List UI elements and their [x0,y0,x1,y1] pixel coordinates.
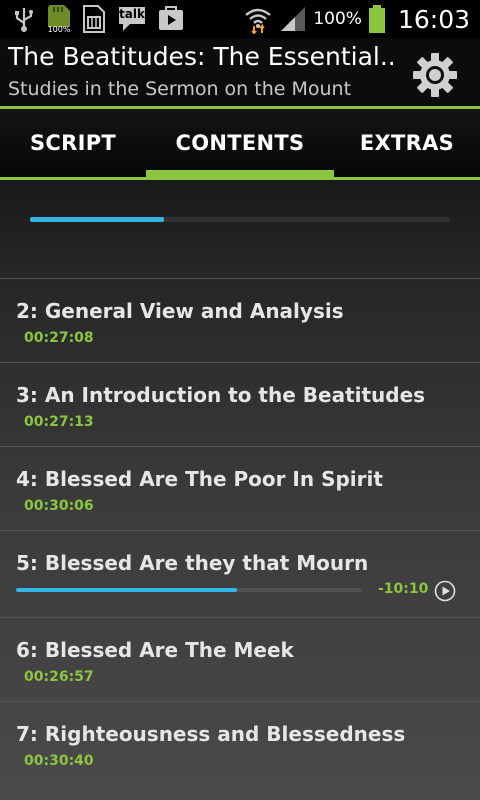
sim-card-icon [83,5,105,33]
chapter-duration: 00:30:40 [24,753,94,769]
tab-script-label: SCRIPT [29,131,117,155]
chapter-row-2[interactable]: 2: General View and Analysis 00:27:08 [0,278,480,362]
chapter-title: 4: Blessed Are The Poor In Spirit [16,467,383,491]
battery-percent: 100% [313,9,362,29]
status-bar: 100% talk 100% 16:03 [0,0,480,38]
battery-icon [368,5,385,33]
chapter-title: 7: Righteousness and Blessedness [16,722,406,746]
talk-icon: talk [116,4,148,34]
chapter-title: 6: Blessed Are The Meek [16,638,294,662]
clock: 16:03 [397,4,470,34]
page-subtitle: Studies in the Sermon on the Mount [8,78,352,100]
chapter-row-7[interactable]: 7: Righteousness and Blessedness 00:30:4… [0,701,480,785]
chapter-row-4[interactable]: 4: Blessed Are The Poor In Spirit 00:30:… [0,446,480,530]
play-icon[interactable] [434,580,456,602]
talk-label: talk [119,7,145,21]
tab-contents[interactable]: CONTENTS [146,109,334,177]
tab-script[interactable]: SCRIPT [0,109,146,177]
tab-contents-label: CONTENTS [175,131,305,155]
sd-card-icon: 100% [46,3,72,35]
play-store-icon [159,6,183,30]
chapter-row-3[interactable]: 3: An Introduction to the Beatitudes 00:… [0,362,480,446]
tab-extras[interactable]: EXTRAS [334,109,480,177]
chapter-progress-bar[interactable] [16,588,362,592]
overall-progress-bar[interactable] [30,217,450,222]
chapter-title: 3: An Introduction to the Beatitudes [16,383,426,407]
chapter-progress-fill [16,588,238,592]
usb-icon [15,8,33,32]
chapter-row-6[interactable]: 6: Blessed Are The Meek 00:26:57 [0,617,480,701]
chapter-list: 2: General View and Analysis 00:27:08 3:… [0,278,480,785]
chapter-duration: 00:27:13 [24,414,94,430]
gear-icon[interactable] [412,52,458,98]
page-title: The Beatitudes: The Essential.. [8,42,396,71]
signal-icon [281,7,306,31]
sd-percent-label: 100% [47,25,71,34]
wifi-icon [245,8,272,34]
chapter-duration: 00:27:08 [24,330,94,346]
app-header: The Beatitudes: The Essential.. Studies … [0,38,480,109]
chapter-title: 5: Blessed Are they that Mourn [16,551,369,575]
chapter-title: 2: General View and Analysis [16,299,344,323]
overall-progress-fill [30,217,165,222]
chapter-duration: 00:30:06 [24,498,94,514]
tab-bar: SCRIPT CONTENTS EXTRAS [0,109,480,180]
chapter-duration: 00:26:57 [24,669,94,685]
tab-extras-label: EXTRAS [359,131,455,155]
chapter-row-5[interactable]: 5: Blessed Are they that Mourn -10:10 [0,530,480,617]
chapter-remaining-time: -10:10 [378,581,429,597]
contents-panel: 2: General View and Analysis 00:27:08 3:… [0,180,480,800]
